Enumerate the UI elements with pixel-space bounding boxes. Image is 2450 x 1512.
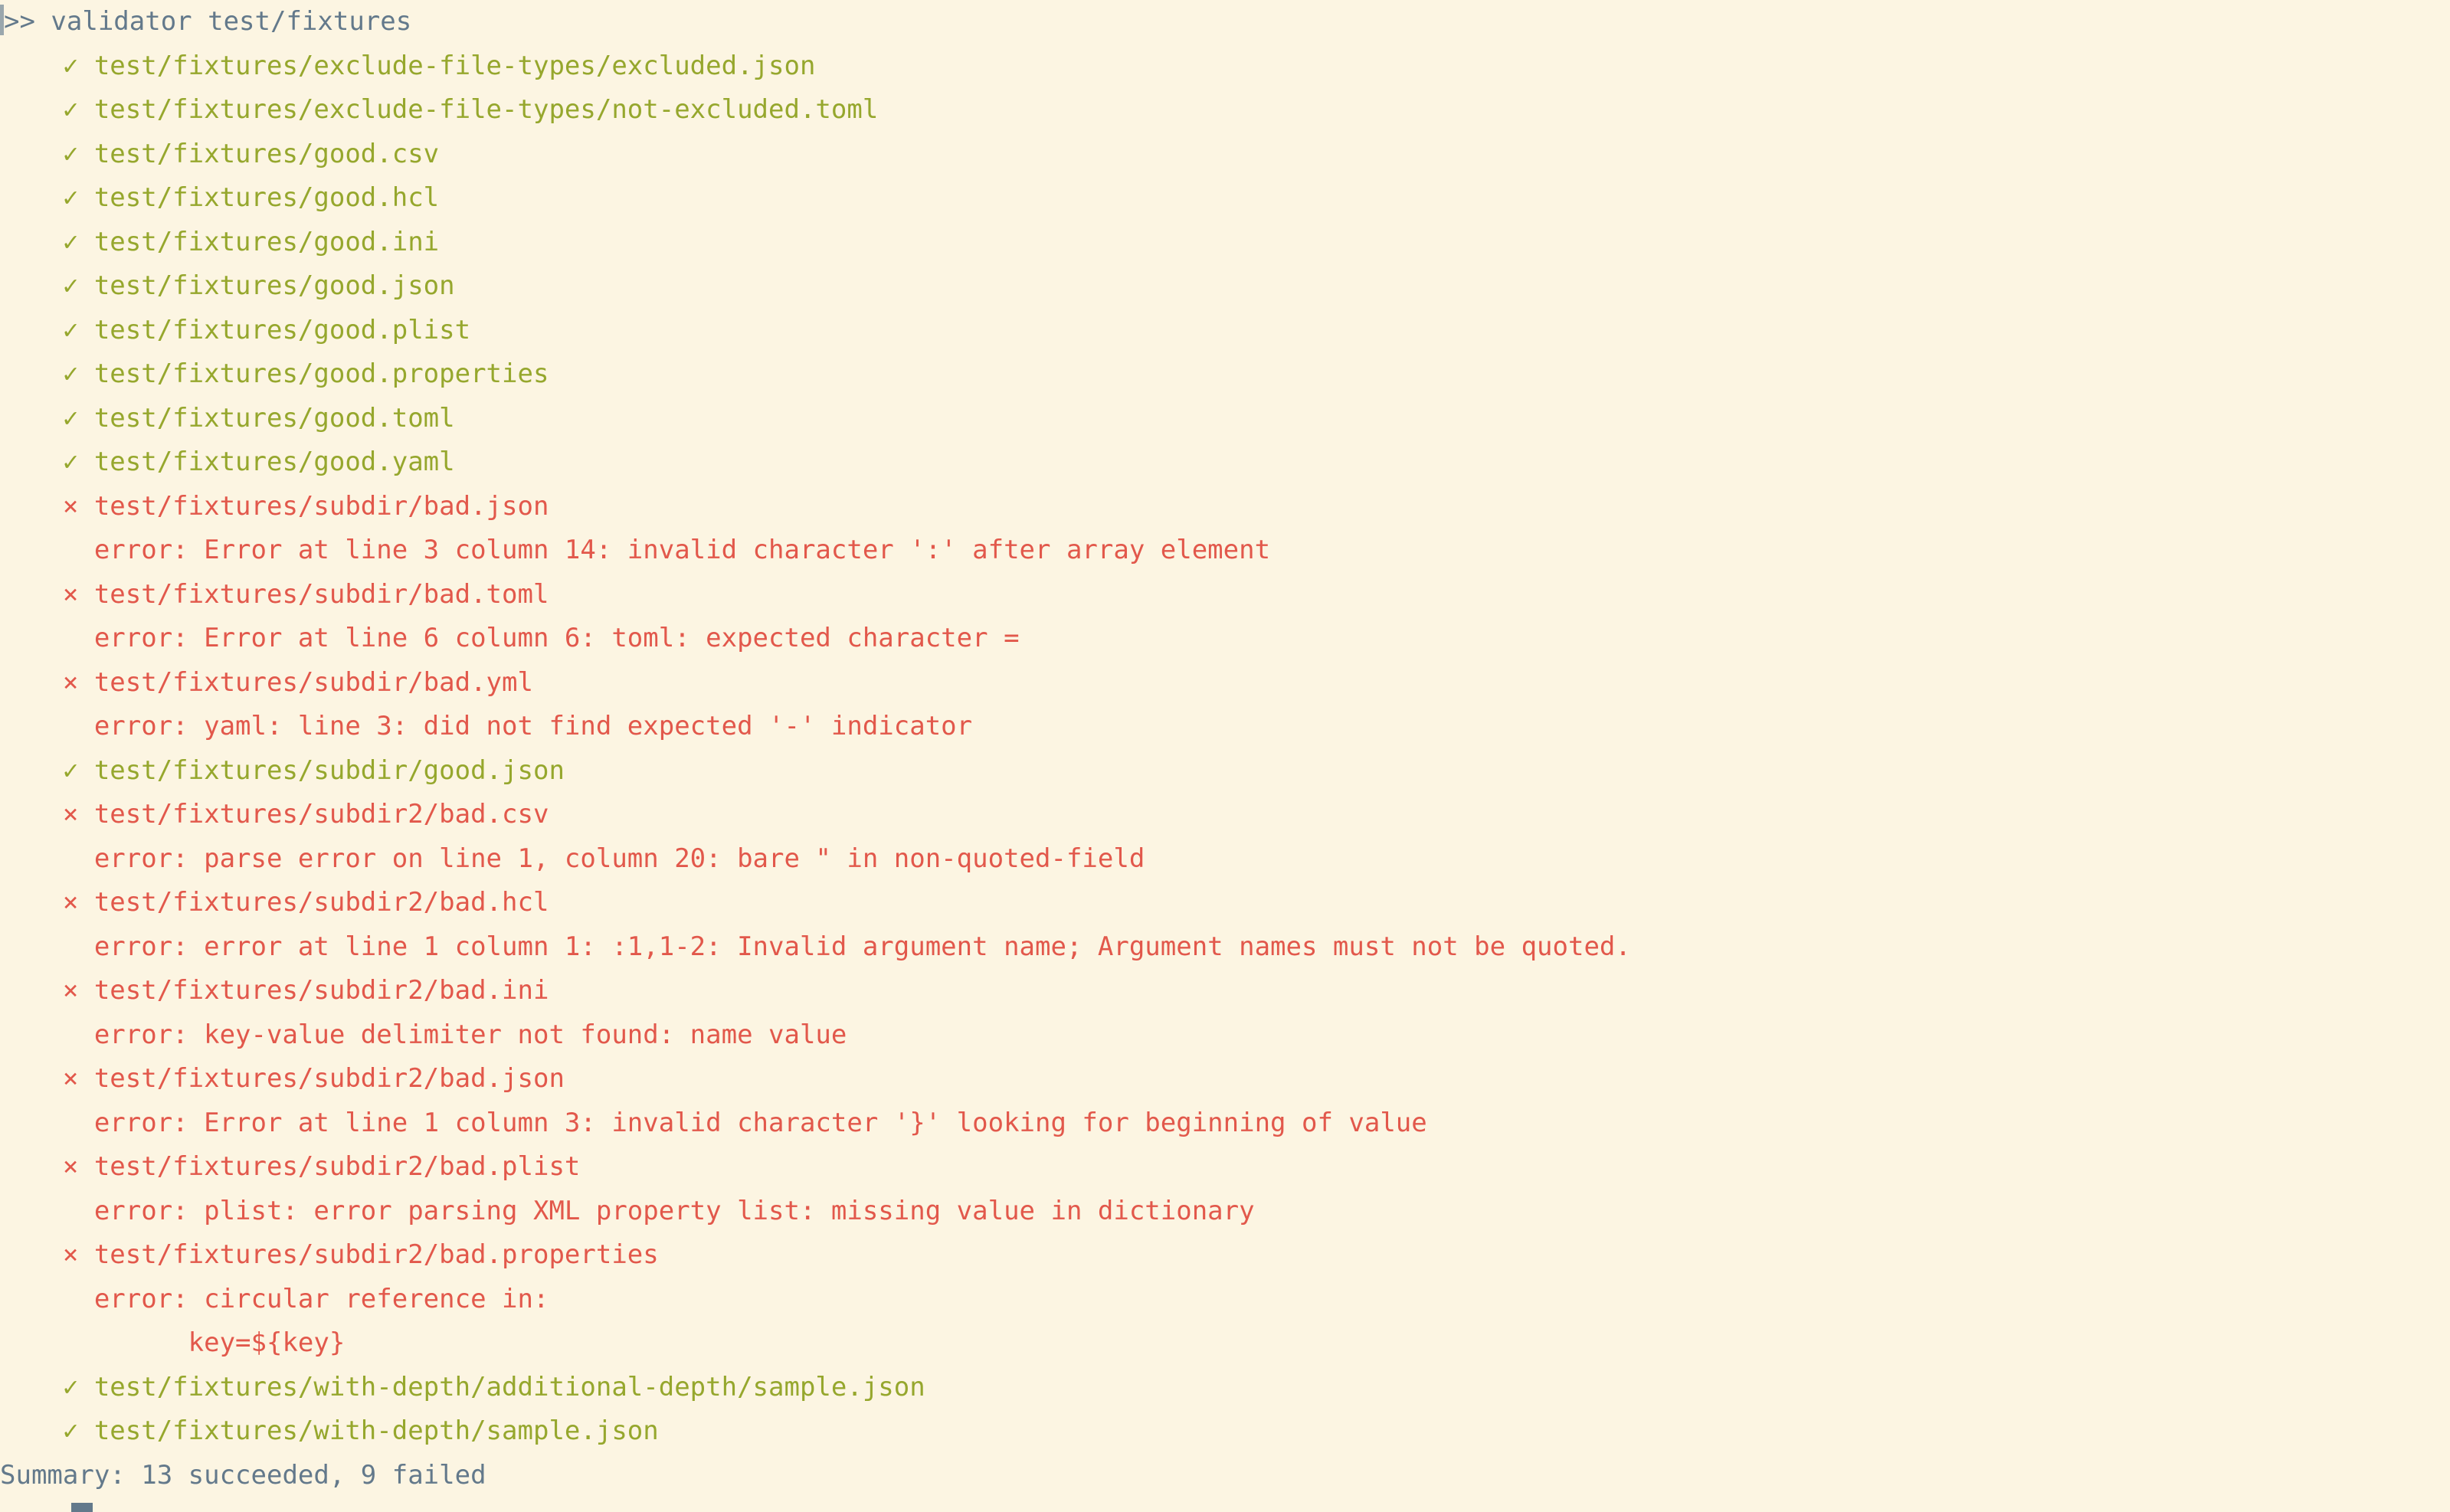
result-line-error-detail: error: Error at line 1 column 3: invalid… (0, 1107, 1427, 1138)
result-line-pass: ✓ test/fixtures/good.hcl (0, 182, 440, 213)
result-line-error-detail: error: yaml: line 3: did not find expect… (0, 711, 973, 741)
result-line-error-detail: error: key-value delimiter not found: na… (0, 1019, 847, 1050)
result-line-pass: ✓ test/fixtures/with-depth/sample.json (0, 1415, 659, 1446)
result-line-error-detail: error: parse error on line 1, column 20:… (0, 843, 1145, 874)
result-line-error-detail: error: Error at line 6 column 6: toml: e… (0, 623, 1020, 653)
result-line-fail: × test/fixtures/subdir2/bad.properties (0, 1239, 659, 1270)
result-line-error-detail: error: plist: error parsing XML property… (0, 1195, 1255, 1226)
command-prompt-line: >> validator test/fixtures (0, 0, 2450, 44)
result-line-pass: ✓ test/fixtures/exclude-file-types/not-e… (0, 94, 879, 125)
result-line-pass: ✓ test/fixtures/good.toml (0, 402, 455, 434)
result-line-pass: ✓ test/fixtures/exclude-file-types/exclu… (0, 50, 816, 81)
result-line-error-detail: key=${key} (0, 1327, 346, 1358)
result-line-fail: × test/fixtures/subdir/bad.toml (0, 578, 549, 610)
result-line-error-detail: error: error at line 1 column 1: :1,1-2:… (0, 931, 1631, 962)
result-line-error-detail: error: circular reference in: (0, 1283, 549, 1314)
result-line-pass: ✓ test/fixtures/good.plist (0, 314, 471, 345)
validation-results-list: ✓ test/fixtures/exclude-file-types/exclu… (0, 44, 2450, 1454)
result-line-pass: ✓ test/fixtures/good.csv (0, 138, 440, 169)
terminal-output-pane: >> validator test/fixtures ✓ test/fixtur… (0, 0, 2450, 1512)
result-line-pass: ✓ test/fixtures/good.yaml (0, 447, 455, 477)
result-line-pass: ✓ test/fixtures/good.properties (0, 358, 549, 389)
result-line-fail: × test/fixtures/subdir2/bad.plist (0, 1151, 581, 1182)
result-line-fail: × test/fixtures/subdir2/bad.csv (0, 799, 549, 830)
result-line-fail: × test/fixtures/subdir/bad.yml (0, 666, 533, 698)
result-line-fail: × test/fixtures/subdir2/bad.json (0, 1063, 565, 1094)
result-line-error-detail: error: Error at line 3 column 14: invali… (0, 535, 1271, 565)
result-line-pass: ✓ test/fixtures/good.ini (0, 226, 440, 257)
result-line-pass: ✓ test/fixtures/good.json (0, 270, 455, 301)
summary-line: Summary: 13 succeeded, 9 failed (0, 1459, 486, 1491)
result-line-fail: × test/fixtures/subdir/bad.json (0, 490, 549, 522)
command-text: >> validator test/fixtures (4, 6, 412, 37)
block-cursor (71, 1503, 93, 1512)
result-line-pass: ✓ test/fixtures/with-depth/additional-de… (0, 1371, 925, 1402)
result-line-fail: × test/fixtures/subdir2/bad.ini (0, 975, 549, 1006)
result-line-pass: ✓ test/fixtures/subdir/good.json (0, 754, 565, 786)
result-line-fail: × test/fixtures/subdir2/bad.hcl (0, 887, 549, 918)
